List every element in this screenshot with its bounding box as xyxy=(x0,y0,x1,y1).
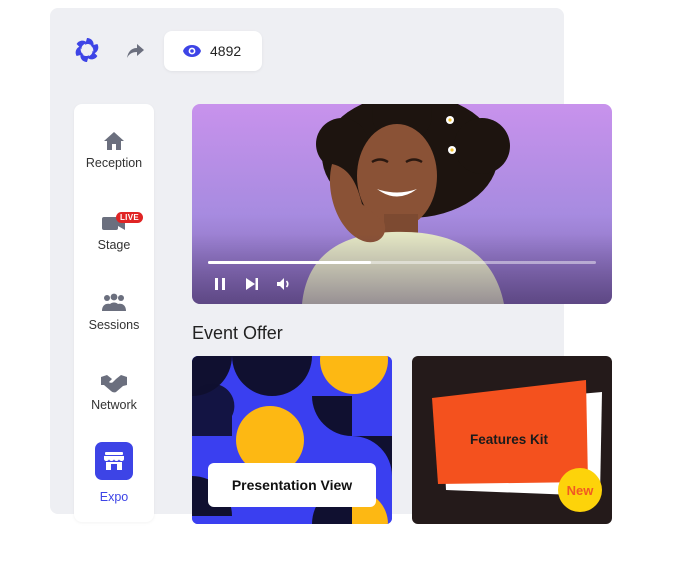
live-badge: LIVE xyxy=(116,212,143,223)
sidebar-item-label: Expo xyxy=(99,490,129,504)
storefront-icon xyxy=(104,452,124,470)
sidebar-item-label: Reception xyxy=(85,156,143,170)
sidebar-item-label: Stage xyxy=(97,238,131,252)
skip-next-icon[interactable] xyxy=(244,276,260,292)
home-icon xyxy=(104,132,124,150)
progress-bar[interactable] xyxy=(208,261,596,264)
new-badge: New xyxy=(558,468,602,512)
sidebar-item-label: Sessions xyxy=(88,318,140,332)
progress-fill xyxy=(208,261,371,264)
sidebar-item-label: Network xyxy=(91,398,137,412)
sidebar-item-sessions[interactable]: Sessions xyxy=(74,292,154,332)
event-offer-title: Event Offer xyxy=(192,323,283,343)
sidebar-item-expo[interactable]: Expo xyxy=(74,442,154,504)
video-player[interactable] xyxy=(192,104,612,304)
viewer-count: 4892 xyxy=(210,43,242,59)
eye-icon xyxy=(183,45,201,57)
sidebar-nav: Reception LIVE Stage Sessions Network Ex… xyxy=(74,104,154,522)
sidebar-item-network[interactable]: Network xyxy=(74,372,154,412)
pause-icon[interactable] xyxy=(212,276,228,292)
features-kit-label: Features Kit xyxy=(470,432,549,447)
sidebar-item-stage[interactable]: LIVE Stage xyxy=(74,212,154,252)
people-group-icon xyxy=(102,293,126,311)
video-scrim xyxy=(192,234,612,304)
viewer-count-pill: 4892 xyxy=(164,31,262,71)
features-kit-card[interactable]: Features Kit New xyxy=(412,356,612,524)
presentation-view-card[interactable]: Presentation View xyxy=(192,356,392,524)
sidebar-item-reception[interactable]: Reception xyxy=(74,130,154,170)
swirl-logo-icon[interactable] xyxy=(73,36,101,64)
volume-icon[interactable] xyxy=(276,276,292,292)
share-arrow-icon[interactable] xyxy=(125,40,147,62)
expo-tile xyxy=(95,442,133,480)
presentation-view-button[interactable]: Presentation View xyxy=(208,463,376,507)
handshake-icon xyxy=(101,375,127,393)
